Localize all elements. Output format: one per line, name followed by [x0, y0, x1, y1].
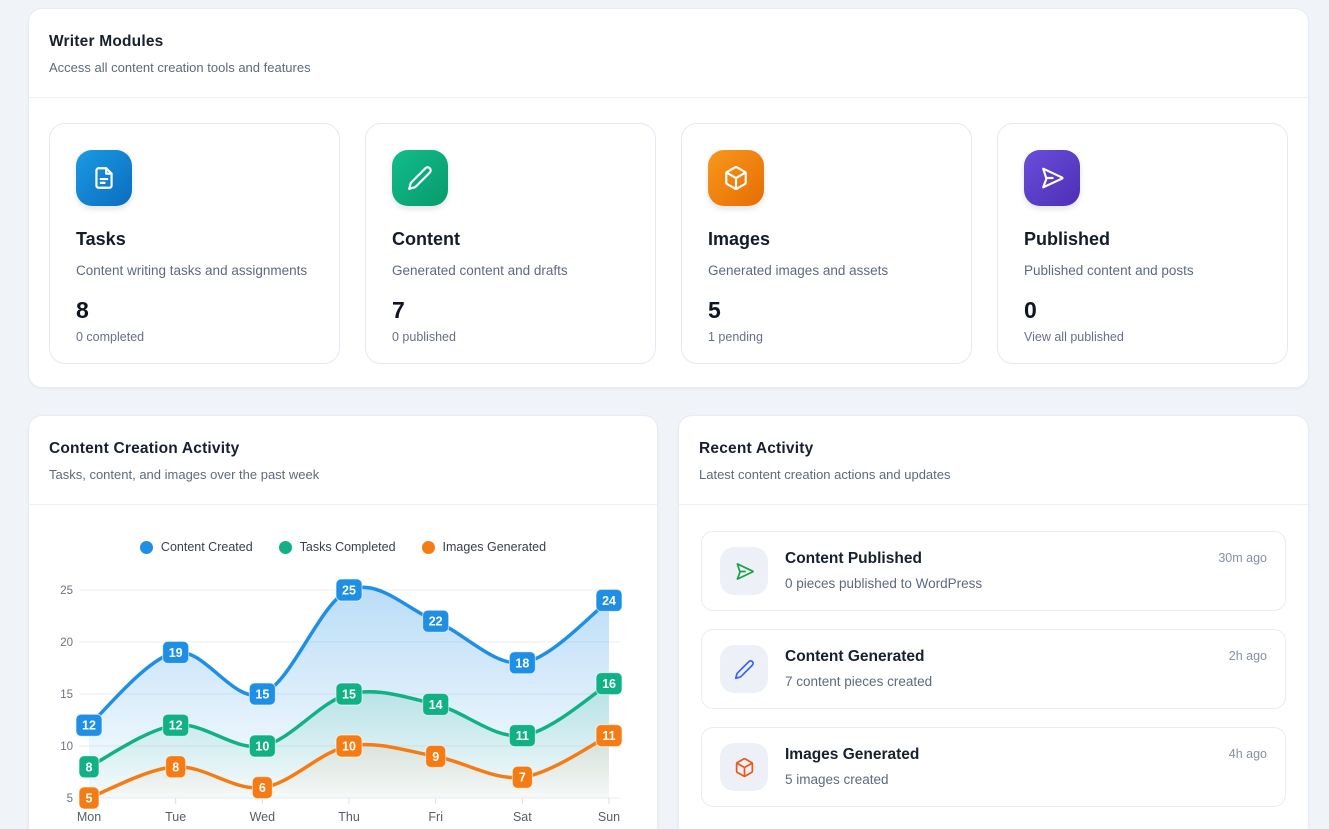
legend-label: Tasks Completed	[300, 540, 396, 554]
recent-activity-panel: Recent Activity Latest content creation …	[678, 415, 1309, 829]
svg-text:10: 10	[342, 740, 356, 754]
legend-item-tasks-completed[interactable]: Tasks Completed	[279, 540, 396, 554]
recent-activity-title: Recent Activity	[699, 440, 1288, 458]
svg-text:6: 6	[259, 781, 266, 795]
svg-text:19: 19	[169, 646, 183, 660]
module-title: Images	[708, 229, 945, 250]
module-count: 0	[1024, 297, 1261, 324]
pencil-icon	[720, 645, 768, 693]
module-sub-label: 0 published	[392, 330, 629, 344]
legend-dot-icon	[422, 541, 435, 554]
module-card-published[interactable]: Published Published content and posts 0 …	[997, 123, 1288, 364]
svg-text:16: 16	[602, 677, 616, 691]
pencil-icon	[392, 150, 448, 206]
legend-dot-icon	[140, 541, 153, 554]
chart-subtitle: Tasks, content, and images over the past…	[49, 467, 637, 482]
writer-modules-title: Writer Modules	[49, 33, 1288, 51]
svg-text:8: 8	[172, 760, 179, 774]
chart-legend: Content Created Tasks Completed Images G…	[29, 537, 657, 557]
activity-description: 5 images created	[785, 772, 1212, 787]
svg-text:Sat: Sat	[513, 810, 532, 824]
legend-label: Content Created	[161, 540, 253, 554]
legend-label: Images Generated	[443, 540, 547, 554]
module-title: Tasks	[76, 229, 313, 250]
legend-dot-icon	[279, 541, 292, 554]
writer-modules-panel: Writer Modules Access all content creati…	[28, 8, 1309, 388]
svg-text:12: 12	[169, 719, 183, 733]
activity-line-chart: 25 20 15 10 5 Mon Tue Wed Thu Fri Sat Sun 12 19 15 25 22…	[41, 561, 649, 827]
svg-text:15: 15	[60, 689, 73, 701]
activity-timestamp: 4h ago	[1229, 743, 1267, 791]
module-sub-label: 0 completed	[76, 330, 313, 344]
svg-text:25: 25	[342, 584, 356, 598]
svg-text:Mon: Mon	[77, 810, 101, 824]
module-count: 5	[708, 297, 945, 324]
writer-modules-header: Writer Modules Access all content creati…	[29, 9, 1308, 98]
activity-title: Content Generated	[785, 648, 1212, 666]
file-text-icon	[76, 150, 132, 206]
module-description: Generated images and assets	[708, 263, 945, 278]
svg-text:12: 12	[82, 719, 96, 733]
cube-icon	[720, 743, 768, 791]
svg-text:Wed: Wed	[250, 810, 276, 824]
modules-row: Tasks Content writing tasks and assignme…	[29, 98, 1308, 389]
legend-item-content-created[interactable]: Content Created	[140, 540, 253, 554]
module-card-tasks[interactable]: Tasks Content writing tasks and assignme…	[49, 123, 340, 364]
svg-text:25: 25	[60, 585, 73, 597]
svg-text:Tue: Tue	[165, 810, 186, 824]
content-creation-activity-panel: Content Creation Activity Tasks, content…	[28, 415, 658, 829]
activity-title: Content Published	[785, 550, 1201, 568]
send-icon	[720, 547, 768, 595]
activity-list: Content Published 0 pieces published to …	[679, 505, 1308, 829]
module-card-images[interactable]: Images Generated images and assets 5 1 p…	[681, 123, 972, 364]
svg-text:22: 22	[429, 615, 443, 629]
send-icon	[1024, 150, 1080, 206]
activity-timestamp: 30m ago	[1218, 547, 1267, 595]
activity-item-images-generated[interactable]: Images Generated 5 images created 4h ago	[701, 727, 1286, 807]
svg-text:15: 15	[342, 688, 356, 702]
module-sub-label: View all published	[1024, 330, 1261, 344]
svg-text:15: 15	[255, 688, 269, 702]
recent-activity-header: Recent Activity Latest content creation …	[679, 416, 1308, 505]
legend-item-images-generated[interactable]: Images Generated	[422, 540, 547, 554]
activity-description: 0 pieces published to WordPress	[785, 576, 1201, 591]
svg-text:14: 14	[429, 698, 443, 712]
chart-title: Content Creation Activity	[49, 440, 637, 458]
activity-timestamp: 2h ago	[1229, 645, 1267, 693]
activity-description: 7 content pieces created	[785, 674, 1212, 689]
module-sub-label: 1 pending	[708, 330, 945, 344]
writer-modules-subtitle: Access all content creation tools and fe…	[49, 60, 1288, 75]
chart-body: Content Created Tasks Completed Images G…	[29, 505, 657, 827]
module-title: Published	[1024, 229, 1261, 250]
module-description: Generated content and drafts	[392, 263, 629, 278]
svg-text:5: 5	[67, 793, 73, 805]
module-description: Published content and posts	[1024, 263, 1261, 278]
cube-icon	[708, 150, 764, 206]
activity-item-content-generated[interactable]: Content Generated 7 content pieces creat…	[701, 629, 1286, 709]
svg-text:7: 7	[519, 771, 526, 785]
svg-text:Fri: Fri	[428, 810, 443, 824]
svg-text:24: 24	[602, 594, 616, 608]
svg-text:11: 11	[602, 729, 615, 743]
chart-header: Content Creation Activity Tasks, content…	[29, 416, 657, 505]
module-count: 8	[76, 297, 313, 324]
svg-text:9: 9	[432, 750, 439, 764]
svg-text:5: 5	[86, 792, 93, 806]
svg-text:10: 10	[60, 741, 73, 753]
module-description: Content writing tasks and assignments	[76, 263, 313, 278]
svg-text:Sun: Sun	[598, 810, 620, 824]
svg-text:8: 8	[86, 760, 93, 774]
activity-title: Images Generated	[785, 746, 1212, 764]
module-card-content[interactable]: Content Generated content and drafts 7 0…	[365, 123, 656, 364]
svg-text:18: 18	[515, 656, 529, 670]
svg-text:20: 20	[60, 637, 73, 649]
svg-text:Thu: Thu	[338, 810, 360, 824]
module-count: 7	[392, 297, 629, 324]
svg-text:10: 10	[255, 740, 269, 754]
recent-activity-subtitle: Latest content creation actions and upda…	[699, 467, 1288, 482]
activity-item-content-published[interactable]: Content Published 0 pieces published to …	[701, 531, 1286, 611]
svg-text:11: 11	[516, 729, 529, 743]
module-title: Content	[392, 229, 629, 250]
